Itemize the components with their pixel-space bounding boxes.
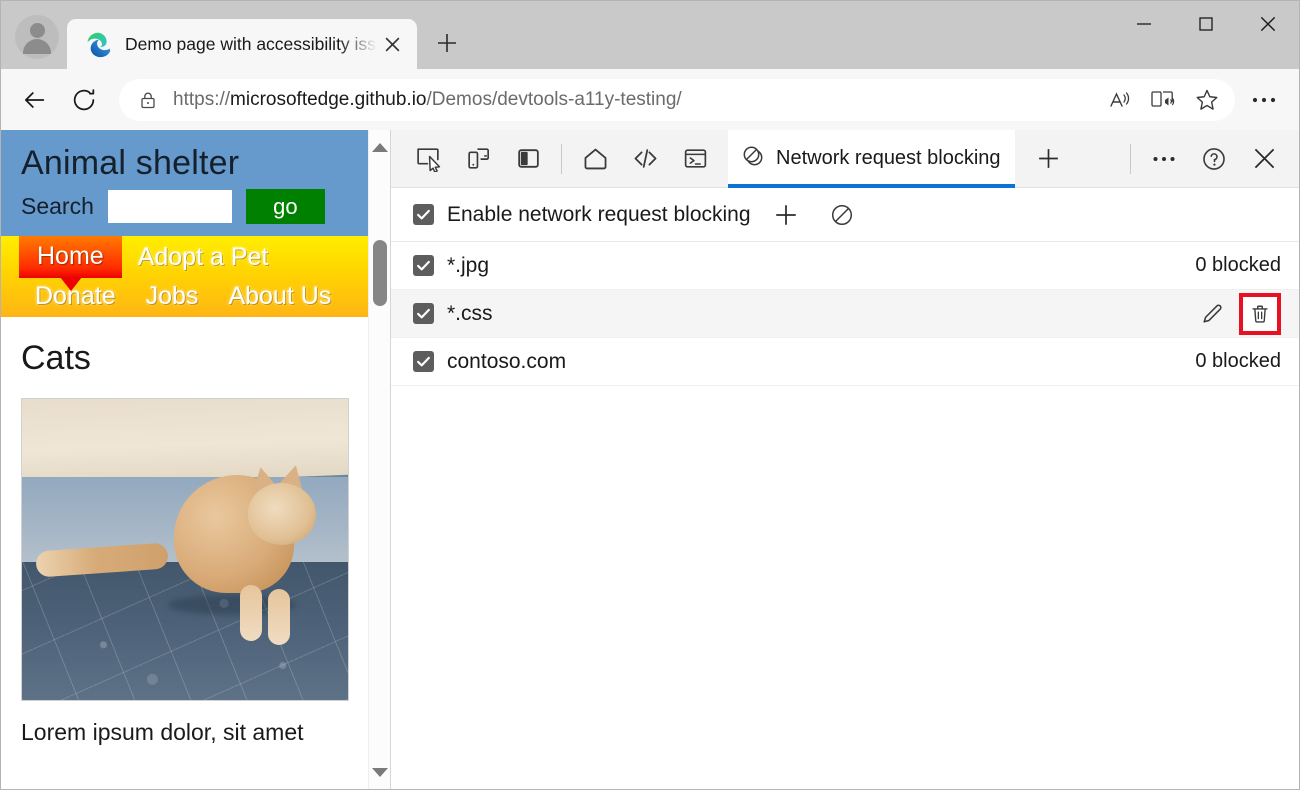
cat-leg-front — [240, 585, 262, 641]
address-url: https://microsoftedge.github.io/Demos/de… — [173, 89, 1097, 111]
enable-blocking-label: Enable network request blocking — [447, 202, 751, 226]
tab-strip: Demo page with accessibility issu — [1, 1, 1299, 69]
network-request-blocking-icon — [740, 143, 766, 174]
site-nav-row-secondary: Donate Jobs About Us — [1, 282, 373, 311]
nav-item-home[interactable]: Home — [19, 236, 122, 291]
row-actions — [1195, 292, 1281, 335]
profile-avatar-icon[interactable] — [15, 15, 59, 59]
browser-tab[interactable]: Demo page with accessibility issu — [67, 19, 417, 69]
favorite-star-icon[interactable] — [1185, 82, 1229, 118]
tab-network-request-blocking[interactable]: Network request blocking — [728, 129, 1015, 188]
blocked-pattern-list: *.jpg 0 blocked *.css contoso.com 0 bloc… — [391, 242, 1299, 789]
lock-icon — [135, 90, 161, 110]
url-host: microsoftedge.github.io — [230, 88, 427, 110]
pattern-checkbox[interactable] — [413, 255, 434, 276]
cat-caption: Lorem ipsum dolor, sit amet — [21, 719, 304, 745]
window-maximize-button[interactable] — [1175, 1, 1237, 47]
nav-item-jobs[interactable]: Jobs — [146, 282, 199, 311]
avatar-body — [23, 39, 51, 54]
back-button[interactable] — [13, 79, 55, 121]
scroll-down-arrow-icon[interactable] — [369, 761, 390, 783]
toolbar-divider — [561, 143, 562, 174]
remove-all-patterns-button[interactable] — [821, 195, 863, 235]
toolbar-divider-right — [1130, 143, 1131, 174]
devtools-help-icon[interactable] — [1192, 139, 1236, 179]
console-icon[interactable] — [673, 139, 717, 179]
page-content: Animal shelter Search go Home Adopt a Pe… — [1, 130, 373, 746]
page-scrollbar-thumb[interactable] — [373, 240, 387, 306]
refresh-button[interactable] — [63, 79, 105, 121]
immersive-reader-icon[interactable] — [1141, 82, 1185, 118]
device-emulation-icon[interactable] — [456, 139, 500, 179]
site-search-row: Search go — [21, 189, 373, 224]
delete-pattern-button[interactable] — [1239, 292, 1281, 335]
devtools-panel: Network request blocking Enable network … — [391, 129, 1299, 789]
tab-close-icon[interactable] — [377, 29, 407, 59]
pattern-label: *.jpg — [447, 253, 490, 277]
blocking-controls: Enable network request blocking — [391, 188, 1299, 242]
search-label: Search — [21, 193, 94, 219]
address-input[interactable]: https://microsoftedge.github.io/Demos/de… — [119, 78, 1235, 121]
devtools-more-tools-button[interactable] — [1142, 139, 1186, 179]
page-viewport: Animal shelter Search go Home Adopt a Pe… — [1, 130, 391, 789]
table-row[interactable]: *.css — [391, 290, 1299, 338]
cat-photo-image — [21, 398, 349, 701]
inspect-element-icon[interactable] — [406, 139, 450, 179]
window-controls — [1113, 1, 1299, 47]
pattern-checkbox[interactable] — [413, 351, 434, 372]
nav-item-about-us[interactable]: About Us — [228, 282, 331, 311]
window-minimize-button[interactable] — [1113, 1, 1175, 47]
browser-window: Demo page with accessibility issu https:… — [0, 0, 1300, 790]
cat-head — [248, 483, 316, 545]
tab-title: Demo page with accessibility issu — [125, 33, 377, 54]
page-heading-cats: Cats — [21, 339, 91, 377]
pattern-blocked-count: 0 blocked — [1195, 254, 1281, 276]
scroll-up-arrow-icon[interactable] — [369, 136, 390, 158]
address-bar: https://microsoftedge.github.io/Demos/de… — [1, 69, 1299, 130]
search-go-button[interactable]: go — [245, 189, 325, 224]
search-input[interactable] — [107, 190, 232, 223]
elements-icon[interactable] — [623, 139, 667, 179]
dock-side-icon[interactable] — [506, 139, 550, 179]
page-body: Cats Lorem ipsum dolor, sit amet — [1, 317, 373, 746]
pattern-label: *.css — [447, 301, 493, 325]
url-path: /Demos/devtools-a11y-testing/ — [426, 88, 682, 110]
site-title: Animal shelter — [21, 144, 240, 182]
devtools-add-tab-button[interactable] — [1027, 139, 1071, 179]
edit-pattern-button[interactable] — [1195, 297, 1229, 331]
nav-item-adopt-a-pet[interactable]: Adopt a Pet — [138, 243, 269, 272]
pattern-checkbox[interactable] — [413, 303, 434, 324]
table-row[interactable]: *.jpg 0 blocked — [391, 242, 1299, 290]
read-aloud-icon[interactable] — [1097, 82, 1141, 118]
page-scrollbar[interactable] — [368, 130, 390, 789]
edge-logo-icon — [87, 32, 111, 57]
site-nav: Home Adopt a Pet Donate Jobs About Us — [1, 236, 373, 317]
window-close-button[interactable] — [1237, 1, 1299, 47]
home-icon[interactable] — [573, 139, 617, 179]
table-row[interactable]: contoso.com 0 blocked — [391, 338, 1299, 386]
tab-label: Network request blocking — [776, 147, 1001, 169]
enable-blocking-checkbox[interactable] — [413, 204, 434, 225]
photo-floor-tiles — [22, 561, 348, 700]
site-header: Animal shelter Search go — [1, 130, 373, 236]
pattern-blocked-count: 0 blocked — [1195, 350, 1281, 372]
content-area: Animal shelter Search go Home Adopt a Pe… — [1, 129, 1299, 789]
url-scheme: https:// — [173, 88, 231, 110]
cat-leg-back — [268, 589, 290, 645]
devtools-close-button[interactable] — [1242, 139, 1286, 179]
pattern-label: contoso.com — [447, 349, 567, 373]
browser-settings-more-button[interactable] — [1241, 79, 1287, 121]
site-nav-row-primary: Home Adopt a Pet — [1, 236, 373, 291]
new-tab-button[interactable] — [429, 25, 465, 61]
devtools-toolbar-right — [1122, 139, 1299, 179]
avatar-head — [29, 23, 45, 38]
add-pattern-button[interactable] — [765, 195, 807, 235]
devtools-toolbar: Network request blocking — [391, 129, 1299, 188]
